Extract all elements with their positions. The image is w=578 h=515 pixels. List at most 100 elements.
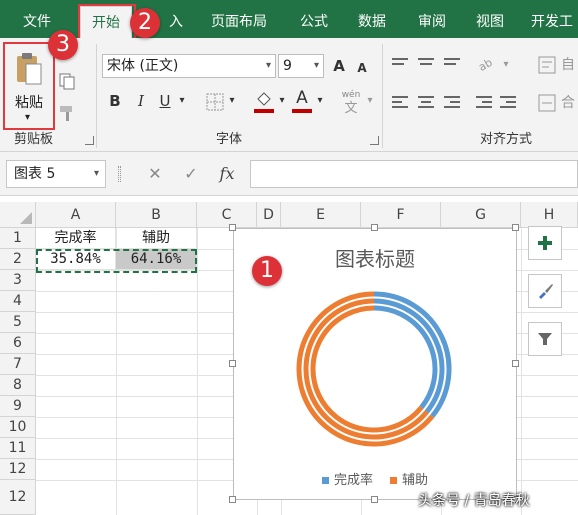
- filter-icon: [538, 333, 552, 345]
- chevron-down-icon[interactable]: ▾: [276, 90, 288, 112]
- row-header[interactable]: 12: [0, 459, 36, 480]
- phonetic-icon: 文: [344, 101, 358, 116]
- resize-handle[interactable]: [371, 224, 378, 231]
- step-badge-3: 3: [48, 30, 78, 60]
- italic-button[interactable]: I: [132, 90, 150, 112]
- ribbon-home: 粘贴 ▾ 剪贴板 宋体 (正文) ▾ 9 ▾ A A B I U ▾ ▾ ▾ A…: [0, 38, 578, 152]
- chevron-down-icon[interactable]: ▾: [314, 90, 326, 112]
- legend-item[interactable]: 辅助: [390, 469, 428, 488]
- gridline: [197, 228, 198, 515]
- legend-label: 完成率: [334, 473, 374, 488]
- copy-marquee: [36, 249, 197, 273]
- copy-icon[interactable]: [58, 72, 76, 90]
- chart-filters-button[interactable]: [528, 322, 562, 356]
- chevron-down-icon[interactable]: ▾: [176, 90, 188, 112]
- ring-1-auxiliary-segment[interactable]: [296, 291, 435, 447]
- resize-handle[interactable]: [371, 496, 378, 503]
- tab-insert[interactable]: 入: [164, 6, 188, 38]
- column-header-d[interactable]: D: [257, 202, 281, 228]
- chart-elements-button[interactable]: [528, 226, 562, 260]
- confirm-icon[interactable]: ✓: [178, 160, 204, 188]
- insert-function-icon[interactable]: fx: [214, 160, 240, 188]
- chevron-down-icon[interactable]: ▾: [226, 90, 238, 112]
- row-header[interactable]: 2: [0, 249, 36, 270]
- formula-input[interactable]: [250, 160, 578, 188]
- grow-font-button[interactable]: A: [330, 55, 348, 77]
- resize-handle[interactable]: [512, 360, 519, 367]
- row-header[interactable]: 6: [0, 333, 36, 354]
- resize-handle[interactable]: [229, 224, 236, 231]
- step-badge-2: 2: [130, 8, 160, 38]
- font-launcher-icon[interactable]: [370, 136, 379, 145]
- clipboard-launcher-icon[interactable]: [85, 136, 94, 145]
- orientation-icon[interactable]: ab: [476, 56, 498, 72]
- row-header[interactable]: 5: [0, 312, 36, 333]
- chart-styles-button[interactable]: [528, 274, 562, 308]
- column-header-b[interactable]: B: [116, 202, 197, 228]
- fill-color-bar: [254, 109, 274, 113]
- row-header[interactable]: 4: [0, 291, 36, 312]
- wrap-text-label[interactable]: 自: [558, 54, 578, 76]
- row-header[interactable]: 9: [0, 396, 36, 417]
- column-header-h[interactable]: H: [521, 202, 578, 228]
- row-header[interactable]: 7: [0, 354, 36, 375]
- paste-button[interactable]: 粘贴 ▾: [3, 42, 55, 130]
- chevron-down-icon[interactable]: ▾: [364, 90, 376, 112]
- format-painter-icon[interactable]: [58, 104, 76, 122]
- font-size-select[interactable]: 9 ▾: [278, 54, 324, 78]
- legend-label: 辅助: [402, 473, 429, 488]
- column-header-g[interactable]: G: [441, 202, 521, 228]
- chevron-down-icon: ▾: [313, 60, 319, 71]
- row-header[interactable]: 8: [0, 375, 36, 396]
- bold-button[interactable]: B: [106, 90, 124, 112]
- paste-label: 粘贴: [15, 95, 43, 111]
- cell-a1[interactable]: 完成率: [36, 228, 116, 249]
- tab-data[interactable]: 数据: [348, 6, 396, 38]
- name-box[interactable]: 图表 5 ▾: [6, 160, 106, 188]
- name-box-value: 图表 5: [14, 166, 56, 182]
- underline-button[interactable]: U: [156, 90, 174, 112]
- merge-center-icon[interactable]: [538, 94, 556, 112]
- row-header[interactable]: 12: [0, 480, 36, 515]
- formula-bar-grip[interactable]: [118, 166, 121, 182]
- column-header-c[interactable]: C: [197, 202, 257, 228]
- alignment-group-label: 对齐方式: [480, 132, 533, 147]
- wrap-text-icon[interactable]: [538, 56, 556, 74]
- clipboard-icon: [17, 53, 42, 85]
- resize-handle[interactable]: [229, 360, 236, 367]
- column-header-e[interactable]: E: [281, 202, 361, 228]
- ring-3-auxiliary-segment[interactable]: [310, 305, 424, 433]
- resize-handle[interactable]: [229, 496, 236, 503]
- font-name-select[interactable]: 宋体 (正文) ▾: [102, 54, 276, 78]
- font-group-label: 字体: [216, 132, 243, 147]
- step-badge-1: 1: [252, 256, 282, 286]
- cell-b1[interactable]: 辅助: [116, 228, 197, 249]
- tab-formulas[interactable]: 公式: [290, 6, 338, 38]
- legend-item[interactable]: 完成率: [322, 469, 373, 488]
- shrink-font-button[interactable]: A: [354, 57, 370, 79]
- tab-view[interactable]: 视图: [466, 6, 514, 38]
- tab-page-layout[interactable]: 页面布局: [200, 6, 278, 38]
- font-color-button[interactable]: A: [292, 87, 312, 109]
- merge-center-label[interactable]: 合: [558, 92, 578, 114]
- fill-color-icon[interactable]: [254, 90, 274, 108]
- legend-swatch: [390, 477, 397, 484]
- cancel-icon[interactable]: ✕: [142, 160, 168, 188]
- chevron-down-icon[interactable]: ▾: [500, 54, 512, 76]
- clipboard-group-label: 剪贴板: [14, 132, 54, 147]
- row-header[interactable]: 10: [0, 417, 36, 438]
- row-header[interactable]: 1: [0, 228, 36, 249]
- tab-review[interactable]: 审阅: [408, 6, 456, 38]
- resize-handle[interactable]: [512, 224, 519, 231]
- svg-text:ab: ab: [476, 56, 494, 72]
- row-header[interactable]: 3: [0, 270, 36, 291]
- select-all-corner[interactable]: [0, 202, 36, 228]
- column-header-a[interactable]: A: [36, 202, 116, 228]
- row-header[interactable]: 11: [0, 438, 36, 459]
- home-tab-highlight: [78, 4, 136, 40]
- border-icon[interactable]: [206, 93, 224, 111]
- plus-icon: [538, 236, 552, 250]
- chevron-down-icon: ▾: [265, 60, 271, 71]
- tab-developer[interactable]: 开发工: [524, 6, 578, 38]
- font-size-value: 9: [283, 58, 292, 74]
